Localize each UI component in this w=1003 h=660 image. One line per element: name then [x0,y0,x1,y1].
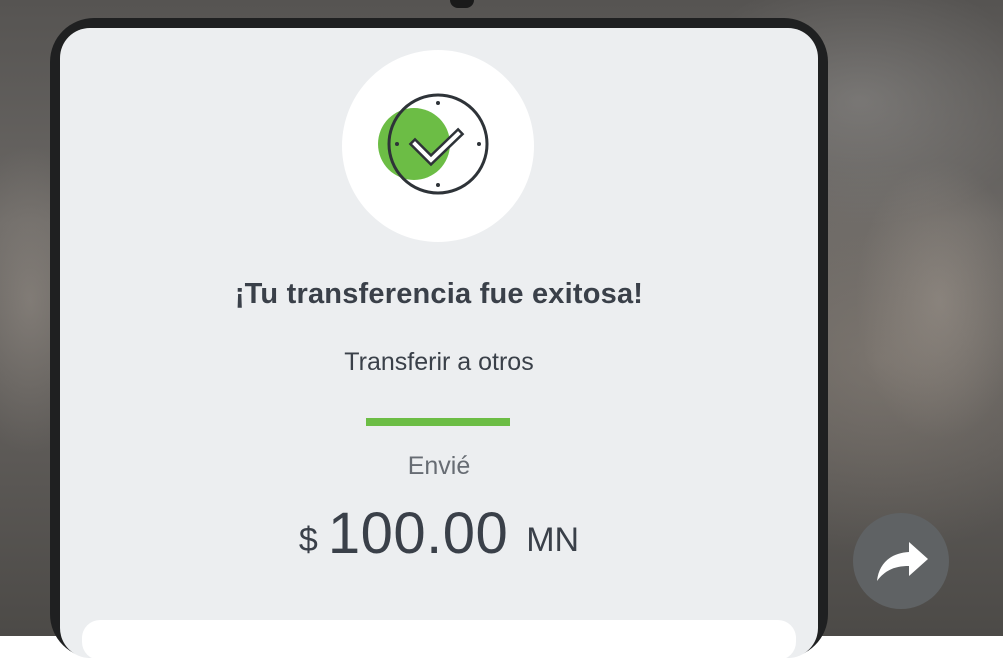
sent-label: Envié [407,452,471,480]
clock-check-icon [378,93,489,195]
share-arrow-icon [877,542,928,581]
success-title: ¡Tu transferencia fue exitosa! [234,278,644,310]
amount-value: 100.00 [327,501,509,566]
currency-code: MN [526,521,580,559]
currency-symbol: $ [298,521,318,559]
transfer-type: Transferir a otros [344,348,534,376]
success-badge [342,50,534,242]
amount-display: $100.00 MN [60,500,818,567]
accent-divider [366,418,510,426]
share-button[interactable] [853,513,949,609]
details-panel [82,620,796,660]
